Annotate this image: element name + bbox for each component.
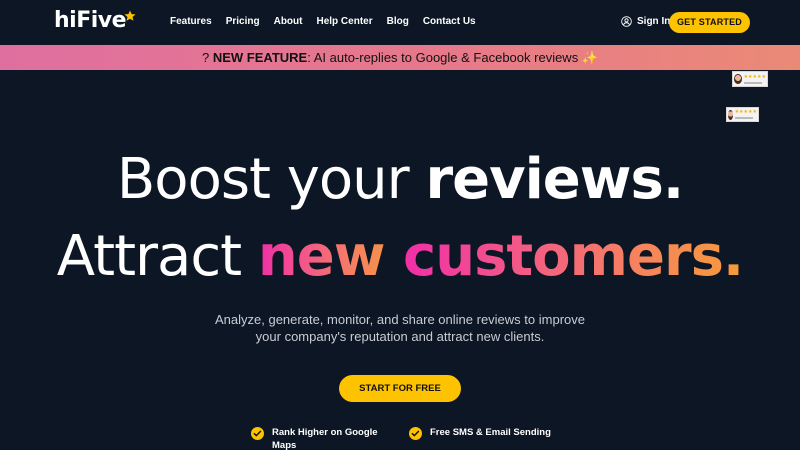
hero-subtitle: Analyze, generate, monitor, and share on…	[150, 311, 650, 345]
sign-in-link[interactable]: Sign In	[621, 16, 670, 27]
check-icon	[409, 427, 422, 440]
rating-stars-icon: ★★★★★	[734, 109, 757, 115]
get-started-button[interactable]: GET STARTED	[669, 12, 750, 33]
check-icon	[251, 427, 264, 440]
rating-stars-icon: ★★★★★	[743, 73, 766, 80]
hero-line2-new: new	[257, 224, 403, 289]
hero-line2-thin: Attract	[56, 224, 258, 289]
user-icon	[621, 16, 632, 27]
banner-text: : AI auto-replies to Google & Facebook r…	[307, 50, 582, 65]
hero-line1-bold: reviews.	[425, 147, 684, 212]
sparkle-icon: ✨	[581, 50, 598, 65]
star-icon	[124, 10, 136, 21]
feature-label: Free SMS & Email Sending	[430, 427, 551, 438]
hero-subtitle-line-1: Analyze, generate, monitor, and share on…	[215, 312, 585, 327]
text-line	[743, 81, 762, 84]
top-nav: hiFive Features Pricing About Help Cente…	[0, 0, 800, 44]
nav-links: Features Pricing About Help Center Blog …	[170, 16, 490, 27]
nav-link-pricing[interactable]: Pricing	[226, 16, 260, 27]
nav-link-help-center[interactable]: Help Center	[316, 16, 372, 27]
feature-item: Rank Higher on Google Maps	[251, 426, 391, 450]
brand-logo[interactable]: hiFive	[54, 8, 127, 33]
feature-item: Free SMS & Email Sending	[409, 426, 569, 440]
sign-in-label: Sign In	[637, 16, 671, 27]
nav-link-contact-us[interactable]: Contact Us	[423, 16, 476, 27]
hero-line1-thin: Boost your	[116, 147, 426, 212]
banner-prefix: ?	[202, 50, 213, 65]
nav-link-about[interactable]: About	[274, 16, 303, 27]
text-line	[734, 117, 753, 119]
feature-label: Rank Higher on Google	[272, 427, 378, 438]
avatar	[734, 74, 742, 84]
hero-line2-customers: customers.	[403, 224, 744, 289]
review-thumbnail: ★★★★★	[732, 71, 768, 87]
hero-headline-line-1: Boost your reviews.	[0, 147, 800, 213]
feature-label-cont: Maps	[272, 440, 297, 450]
nav-link-features[interactable]: Features	[170, 16, 212, 27]
hero-headline-line-2: Attract new customers.	[0, 224, 800, 290]
avatar	[728, 109, 733, 120]
nav-link-blog[interactable]: Blog	[387, 16, 409, 27]
review-thumbnail: ★★★★★	[726, 107, 759, 122]
hero-subtitle-line-2: your company's reputation and attract ne…	[255, 329, 545, 344]
start-for-free-button[interactable]: START FOR FREE	[339, 375, 461, 402]
feature-banner[interactable]: ? NEW FEATURE: AI auto-replies to Google…	[0, 45, 800, 70]
banner-feature-label: NEW FEATURE	[212, 50, 308, 65]
